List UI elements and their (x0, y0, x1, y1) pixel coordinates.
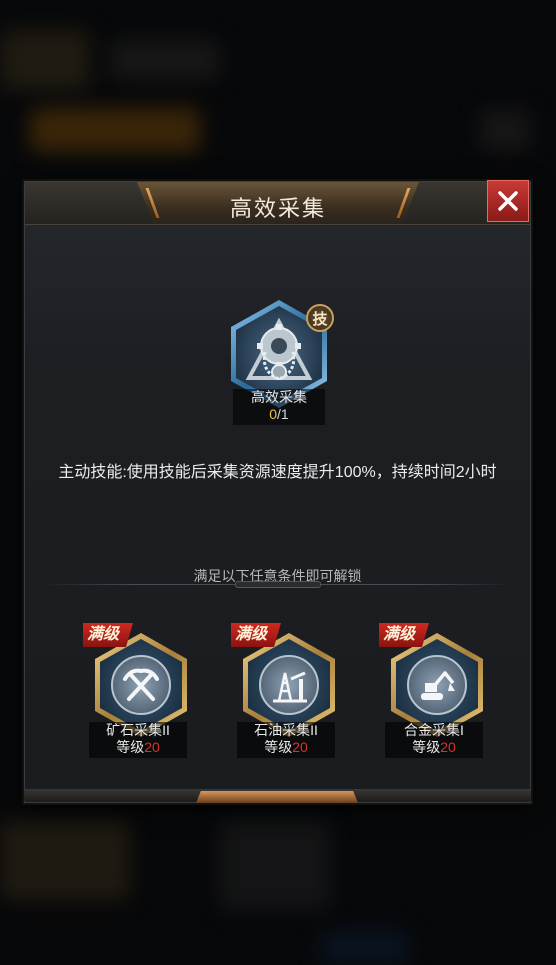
level-value: 20 (144, 739, 160, 755)
level-label: 等级 (412, 739, 441, 755)
gear-chain-icon (245, 317, 313, 381)
condition-skill-oil[interactable]: 满级 石油采集II 等级20 (231, 623, 341, 763)
condition-skill-ore[interactable]: 满级 矿石采集II 等级20 (83, 623, 193, 763)
title-plate: 高效采集 (137, 182, 419, 224)
dialog-bottom-tab (196, 791, 358, 803)
condition-label: 合金采集I 等级20 (385, 722, 483, 758)
condition-name: 合金采集I (404, 722, 464, 738)
condition-level: 等级20 (385, 739, 483, 756)
level-value: 20 (292, 739, 308, 755)
max-level-tag: 满级 (231, 623, 281, 647)
max-level-tag: 满级 (379, 623, 429, 647)
close-icon (498, 191, 518, 211)
skill-dialog: 高效采集 技 高效采集 0/1 主动技能:使用技能后采集资源速度提升100%，持… (24, 180, 531, 803)
excavator-icon (421, 671, 455, 700)
condition-skill-alloy[interactable]: 满级 合金采集I 等级20 (379, 623, 489, 763)
main-skill-progress: 0/1 (233, 406, 325, 423)
skill-type-badge: 技 (306, 304, 334, 332)
progress-total: /1 (277, 406, 289, 422)
level-value: 20 (440, 739, 456, 755)
progress-current: 0 (269, 406, 278, 422)
close-button[interactable] (487, 180, 529, 222)
max-level-tag: 满级 (83, 623, 133, 647)
crossed-pickaxes-icon (123, 668, 159, 701)
condition-name: 矿石采集II (106, 722, 170, 738)
condition-label: 石油采集II 等级20 (237, 722, 335, 758)
icon-ring (259, 655, 319, 715)
oil-derrick-icon (273, 671, 307, 703)
main-skill-label: 高效采集 0/1 (233, 389, 325, 425)
condition-name: 石油采集II (254, 722, 318, 738)
title-bar: 高效采集 (25, 180, 530, 225)
condition-level: 等级20 (89, 739, 187, 756)
level-label: 等级 (116, 739, 145, 755)
icon-ring (407, 655, 467, 715)
divider-knob (235, 581, 321, 588)
condition-label: 矿石采集II 等级20 (89, 722, 187, 758)
skill-description: 主动技能:使用技能后采集资源速度提升100%，持续时间2小时 (58, 464, 497, 481)
condition-level: 等级20 (237, 739, 335, 756)
main-skill-name: 高效采集 (251, 389, 307, 405)
dialog-title: 高效采集 (229, 196, 326, 221)
level-label: 等级 (264, 739, 293, 755)
icon-ring (111, 655, 171, 715)
